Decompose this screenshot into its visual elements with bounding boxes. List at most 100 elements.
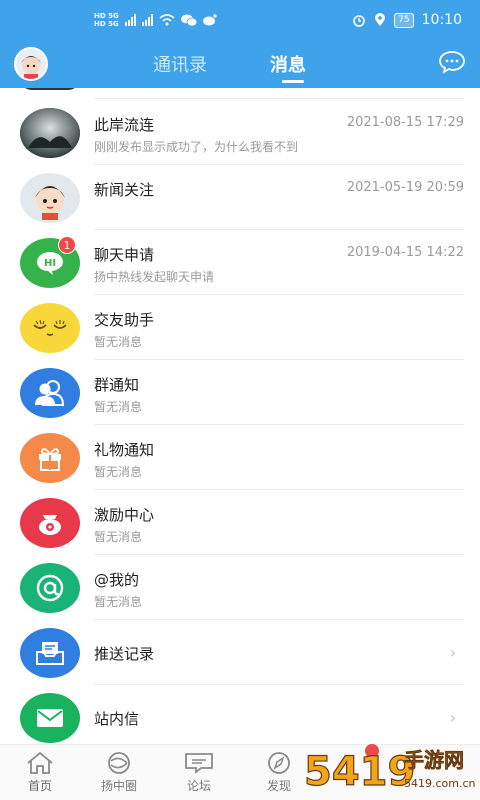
list-item[interactable]: @我的 暂无消息: [0, 556, 480, 620]
status-right: 75 10:10: [352, 12, 462, 28]
nav-circle[interactable]: 扬中圈: [89, 751, 149, 794]
nav-forum[interactable]: 论坛: [169, 751, 229, 794]
bottom-nav: 首页 扬中圈 论坛 发现 5419 手游网 5419.com.cn: [0, 744, 480, 800]
tab-messages[interactable]: 消息: [270, 51, 306, 77]
compass-icon: [268, 752, 290, 774]
list-item[interactable]: 交友助手 暂无消息: [0, 296, 480, 360]
item-name: 礼物通知: [94, 441, 155, 459]
forum-icon: [185, 753, 213, 774]
home-icon: [27, 751, 53, 774]
item-time: 2021-05-19 20:59: [346, 180, 464, 195]
wechat-icon: [180, 14, 197, 26]
row-divider: [94, 554, 464, 555]
top-header: 通讯录 消息: [0, 42, 480, 88]
app-root: HD 5G HD 5G 75 10:10 通讯录 消息 此岸流连 2021-08…: [0, 0, 480, 800]
battery-indicator: 75: [394, 12, 414, 28]
row-divider: [94, 424, 464, 425]
gift-box-image: [39, 448, 61, 471]
row-divider: [94, 489, 464, 490]
gift-icon: [20, 433, 80, 483]
cartoon-girl-image: [35, 186, 65, 220]
svg-text:HI: HI: [44, 258, 56, 269]
row-divider: [94, 684, 464, 685]
nav-label: 首页: [27, 779, 52, 793]
reward-bag-image: [39, 515, 61, 535]
list-item[interactable]: 新闻关注 2021-05-19 20:59: [0, 166, 480, 230]
wifi-icon: [159, 14, 175, 26]
partial-row: [0, 88, 480, 99]
watermark-logo: 5419 手游网 5419.com.cn: [303, 744, 476, 796]
row-divider: [94, 619, 464, 620]
item-name: 激励中心: [94, 506, 155, 524]
location-icon: [375, 13, 386, 26]
row-divider: [94, 359, 464, 360]
nav-label: 扬中圈: [100, 779, 137, 793]
sleepy-face-image: [33, 319, 67, 336]
hi-bubble-icon: HI: [37, 252, 63, 275]
row-divider: [94, 98, 464, 99]
group-people-image: [35, 380, 65, 406]
inbox-tray-image: [36, 642, 64, 665]
list-item[interactable]: 推送记录 ›: [0, 621, 480, 685]
user-avatar[interactable]: [14, 47, 48, 81]
unread-badge: 1: [58, 236, 76, 254]
reward-bag-icon: [20, 498, 80, 548]
item-preview: 暂无消息: [94, 530, 143, 544]
list-item[interactable]: HI 1 聊天申请 2019-04-15 14:22 扬中热线发起聊天申请: [0, 231, 480, 295]
item-time: 2019-04-15 14:22: [346, 245, 464, 260]
item-preview: 暂无消息: [94, 465, 143, 479]
item-preview: 暂无消息: [94, 335, 143, 349]
at-icon: [20, 563, 80, 613]
row-divider: [94, 294, 464, 295]
svg-text:5419: 5419: [304, 749, 415, 795]
item-name: 新闻关注: [94, 181, 155, 199]
group-icon: [20, 368, 80, 418]
row-divider: [94, 164, 464, 165]
list-item[interactable]: 群通知 暂无消息: [0, 361, 480, 425]
svg-text:5419.com.cn: 5419.com.cn: [404, 777, 476, 790]
row-divider: [94, 229, 464, 230]
tab-contacts[interactable]: 通讯录: [153, 51, 207, 77]
list-item[interactable]: 站内信 ›: [0, 686, 480, 744]
sleepy-face-icon: [20, 303, 80, 353]
item-name: 站内信: [94, 710, 140, 728]
user-avatar-image: [21, 56, 41, 79]
sim-indicators: HD 5G HD 5G: [94, 12, 119, 28]
at-symbol-image: [36, 574, 64, 602]
mail-icon: [20, 693, 80, 743]
weibo-icon: [202, 14, 217, 26]
item-name: @我的: [94, 571, 140, 589]
inbox-icon: [20, 628, 80, 678]
alarm-icon: [353, 15, 365, 27]
active-tab-indicator: [282, 80, 304, 83]
item-preview: 扬中热线发起聊天申请: [94, 270, 215, 284]
item-preview: 刚刚发布显示成功了，为什么我看不到: [94, 140, 299, 154]
nav-label: 论坛: [186, 779, 211, 793]
item-name: 推送记录: [94, 645, 155, 663]
svg-text:手游网: 手游网: [404, 748, 464, 772]
chat-bubble-icon[interactable]: [438, 50, 466, 74]
message-list: 此岸流连 2021-08-15 17:29 刚刚发布显示成功了，为什么我看不到 …: [0, 88, 480, 744]
item-preview: 暂无消息: [94, 400, 143, 414]
clock: 10:10: [421, 12, 462, 28]
signal-icon: [141, 14, 153, 26]
list-item[interactable]: 此岸流连 2021-08-15 17:29 刚刚发布显示成功了，为什么我看不到: [0, 101, 480, 165]
signal-icon: [124, 14, 136, 26]
photo-avatar: [20, 108, 80, 158]
cartoon-girl-avatar: [20, 173, 80, 223]
nav-home[interactable]: 首页: [10, 751, 70, 794]
item-name: 此岸流连: [94, 116, 155, 134]
envelope-image: [37, 709, 63, 727]
item-time: 2021-08-15 17:29: [346, 115, 464, 130]
list-item[interactable]: 礼物通知 暂无消息: [0, 426, 480, 490]
photo-avatar-image: [20, 108, 80, 158]
chevron-right-icon: ›: [449, 708, 456, 727]
circle-icon: [108, 752, 130, 774]
sim1-label: HD 5G: [94, 12, 119, 20]
list-item[interactable]: 激励中心 暂无消息: [0, 491, 480, 555]
item-name: 交友助手: [94, 311, 155, 329]
item-name: 群通知: [94, 376, 140, 394]
chevron-right-icon: ›: [449, 643, 456, 662]
status-bar: HD 5G HD 5G 75 10:10: [0, 0, 480, 42]
item-name: 聊天申请: [94, 246, 155, 264]
